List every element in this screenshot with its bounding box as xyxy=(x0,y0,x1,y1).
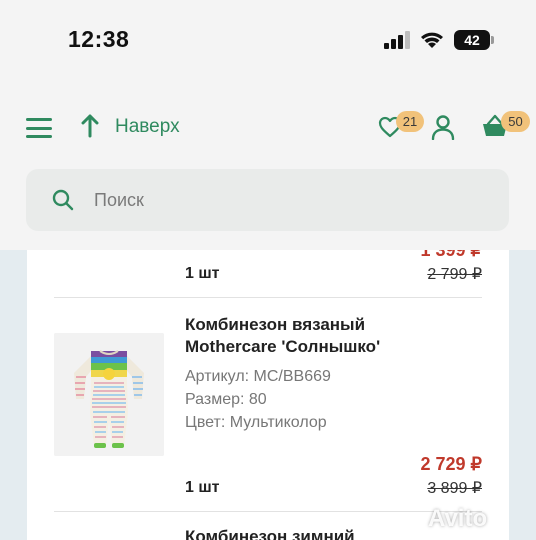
product-title[interactable]: Комбинезон зимний xyxy=(185,527,355,540)
battery-cap xyxy=(491,36,494,44)
hamburger-menu-icon[interactable] xyxy=(26,118,52,138)
cellular-signal-icon xyxy=(384,31,410,49)
product-image[interactable] xyxy=(54,333,164,456)
item-price: 1 399 ₽ xyxy=(420,250,483,260)
product-title-line[interactable]: Mothercare 'Солнышко' xyxy=(185,336,475,358)
status-time: 12:38 xyxy=(68,26,130,52)
cart-card: 1 399 ₽ 1 шт 2 799 ₽ Комбинезон вязаный … xyxy=(27,250,509,540)
search-icon xyxy=(52,189,74,211)
product-color: Цвет: Мультиколор xyxy=(185,414,327,431)
user-icon[interactable] xyxy=(431,114,455,140)
status-bar: 12:38 42 xyxy=(0,0,536,78)
item-quantity: 1 шт xyxy=(185,265,220,282)
item-price: 2 729 ₽ xyxy=(420,454,483,474)
battery-indicator: 42 xyxy=(454,30,490,50)
cart-count-badge: 50 xyxy=(501,111,530,132)
scroll-top-link[interactable]: Наверх xyxy=(115,116,180,138)
item-old-price: 2 799 ₽ xyxy=(427,266,482,283)
product-article: Артикул: MC/BB669 xyxy=(185,368,331,385)
product-title-line[interactable]: Комбинезон вязаный xyxy=(185,314,475,336)
favorites-count-badge: 21 xyxy=(396,111,424,132)
search-input[interactable] xyxy=(94,169,494,231)
avito-watermark: Avito xyxy=(428,505,488,532)
item-divider xyxy=(54,511,482,512)
product-size: Размер: 80 xyxy=(185,391,267,408)
search-bar[interactable] xyxy=(26,169,509,231)
cart-content: 1 399 ₽ 1 шт 2 799 ₽ Комбинезон вязаный … xyxy=(0,250,536,540)
arrow-up-icon[interactable] xyxy=(80,114,100,138)
wifi-icon xyxy=(421,32,443,48)
product-title[interactable]: Комбинезон вязаный Mothercare 'Солнышко' xyxy=(185,314,475,358)
item-old-price: 3 899 ₽ xyxy=(427,480,482,497)
item-quantity: 1 шт xyxy=(185,479,220,496)
item-divider xyxy=(54,297,482,298)
app-header: Наверх 21 50 xyxy=(0,78,536,250)
romper-image xyxy=(54,333,164,456)
